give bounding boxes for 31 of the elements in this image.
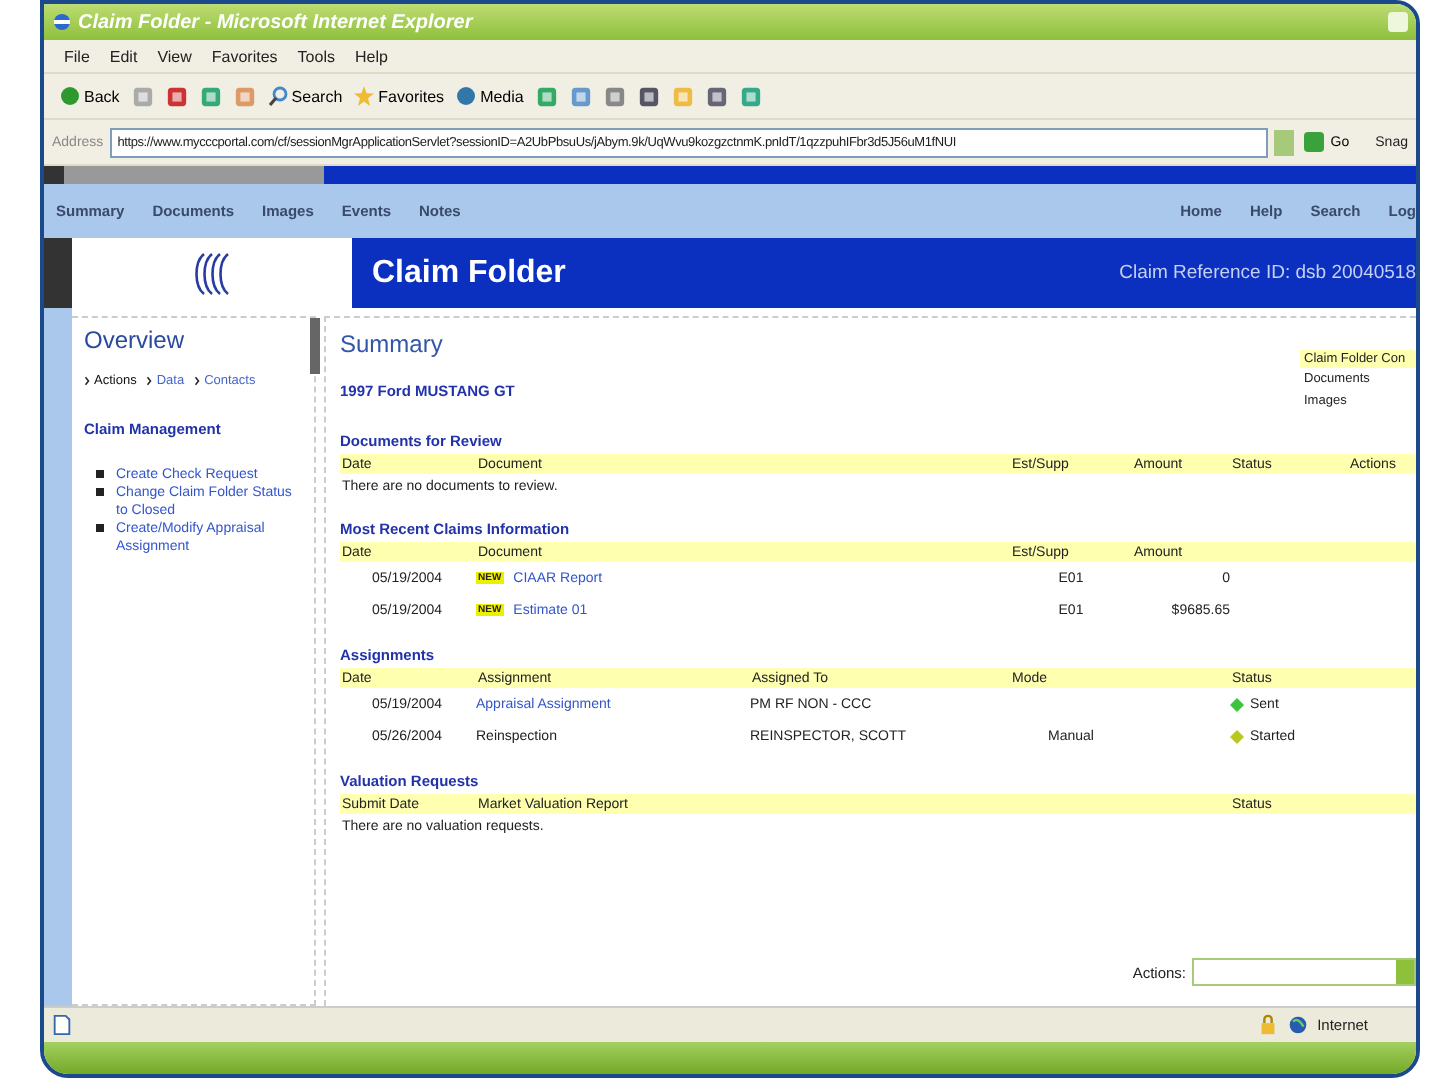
actions-dropdown[interactable] [1192,958,1416,986]
lock-icon [1257,1014,1278,1036]
bullet-icon [96,524,104,532]
sidebar-title: Overview [84,326,187,354]
collapse-handle[interactable] [310,318,320,374]
claim-reference: Claim Reference ID: dsb 20040518 [1119,262,1416,284]
bullet-icon [96,470,104,478]
circle-icon [60,86,80,106]
toolbar-button[interactable]: Back [60,86,120,106]
chevron-icon [194,376,201,386]
menu-item[interactable]: File [64,47,90,65]
menu-item[interactable]: Favorites [211,47,278,65]
chevron-icon [146,376,153,386]
toolbar-button[interactable]: Favorites [354,86,445,106]
toolbar-button[interactable]: Search [267,86,343,106]
bullet-icon [96,488,104,496]
browser-icon [52,12,72,32]
window-title: Claim Folder - Microsoft Internet Explorer [78,11,476,33]
circle-icon [456,86,477,106]
page-title: Claim Folder [372,255,566,291]
menu-item[interactable]: Edit [109,47,138,65]
section-title: Summary [340,330,445,358]
search-icon [267,86,288,106]
chevron-icon [84,376,90,386]
minimize-button[interactable] [1388,12,1408,32]
menu-item[interactable]: View [157,47,192,65]
star-icon [354,86,375,106]
menu-item[interactable]: Tools [297,47,335,65]
toolbar-button[interactable]: Media [456,86,524,106]
globe-icon [1287,1014,1308,1036]
menu-item[interactable]: Help [354,47,388,65]
